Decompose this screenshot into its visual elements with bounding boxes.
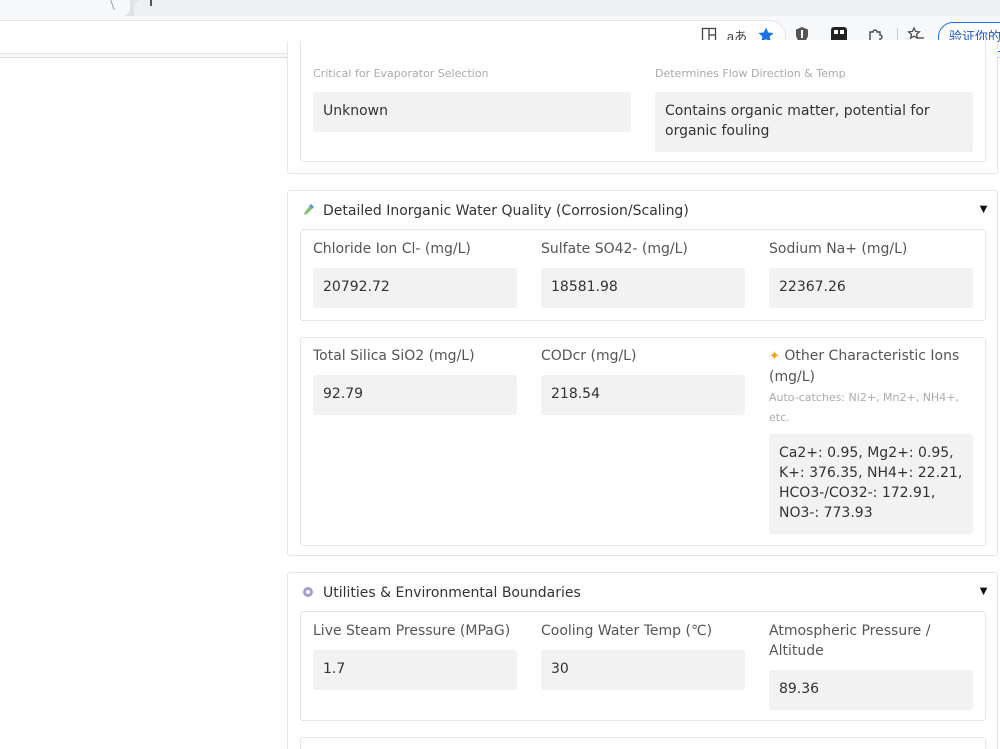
atm-pressure-input[interactable]: 89.36 <box>769 670 973 710</box>
field-hint: Determines Flow Direction & Temp <box>655 67 846 80</box>
field-label: Atmospheric Pressure / Altitude <box>769 623 931 659</box>
field-label: Total Silica SiO2 (mg/L) <box>313 348 475 364</box>
ion-row-2: Total Silica SiO2 (mg/L) 92.79 CODcr (mg… <box>300 337 986 546</box>
field-value-input[interactable]: Contains organic matter, potential for o… <box>655 92 973 152</box>
field-hint: Auto-catches: Ni2+, Mn2+, NH4+, etc. <box>769 391 959 424</box>
sparkle-icon: ✦ <box>769 349 780 364</box>
field-label: Sodium Na+ (mg/L) <box>769 241 908 257</box>
steam-pressure-input[interactable]: 1.7 <box>313 650 517 690</box>
card-title: Detailed Inorganic Water Quality (Corros… <box>323 203 689 219</box>
field-label: Sulfate SO42- (mg/L) <box>541 241 688 257</box>
inorganic-water-quality-card: Detailed Inorganic Water Quality (Corros… <box>287 190 998 556</box>
card-header[interactable]: Detailed Inorganic Water Quality (Corros… <box>301 201 689 221</box>
field-hint: Critical for Evaporator Selection <box>313 67 489 80</box>
card-title: Utilities & Environmental Boundaries <box>323 585 581 601</box>
utilities-card: Utilities & Environmental Boundaries ▼ L… <box>287 572 998 749</box>
field-value-input[interactable]: Unknown <box>313 92 631 132</box>
field-label: Live Steam Pressure (MPaG) <box>313 623 511 639</box>
characteristics-row: Critical for Evaporator Selection Unknow… <box>300 40 986 162</box>
sulfate-input[interactable]: 18581.98 <box>541 268 745 308</box>
tab-strip <box>0 0 1000 16</box>
chloride-input[interactable]: 20792.72 <box>313 268 517 308</box>
field-label: ✦ Other Characteristic Ions (mg/L) <box>769 346 979 387</box>
gear-icon <box>301 585 317 602</box>
other-ions-label: Other Characteristic Ions (mg/L) <box>769 348 960 385</box>
tab-favicon-fragment <box>150 0 152 6</box>
field-label: Cooling Water Temp (℃) <box>541 623 713 639</box>
sodium-input[interactable]: 22367.26 <box>769 268 973 308</box>
browser-tab-current[interactable] <box>134 0 1000 16</box>
field-label: CODcr (mg/L) <box>541 348 637 364</box>
utilities-row: Live Steam Pressure (MPaG) 1.7 Cooling W… <box>300 611 986 721</box>
field-label: Chloride Ion Cl- (mg/L) <box>313 241 471 257</box>
card-header[interactable]: Utilities & Environmental Boundaries <box>301 583 581 603</box>
test-tube-icon <box>301 203 317 220</box>
cooling-temp-input[interactable]: 30 <box>541 650 745 690</box>
codcr-input[interactable]: 218.54 <box>541 375 745 415</box>
collapse-toggle-icon[interactable]: ▼ <box>977 201 990 216</box>
water-characteristics-card: Critical for Evaporator Selection Unknow… <box>287 40 998 174</box>
silica-input[interactable]: 92.79 <box>313 375 517 415</box>
collapse-toggle-icon[interactable]: ▼ <box>977 583 990 598</box>
other-ions-input[interactable]: Ca2+: 0.95, Mg2+: 0.95, K+: 376.35, NH4+… <box>769 434 973 534</box>
next-row <box>300 737 986 749</box>
ion-row-1: Chloride Ion Cl- (mg/L) 20792.72 Sulfate… <box>300 229 986 321</box>
